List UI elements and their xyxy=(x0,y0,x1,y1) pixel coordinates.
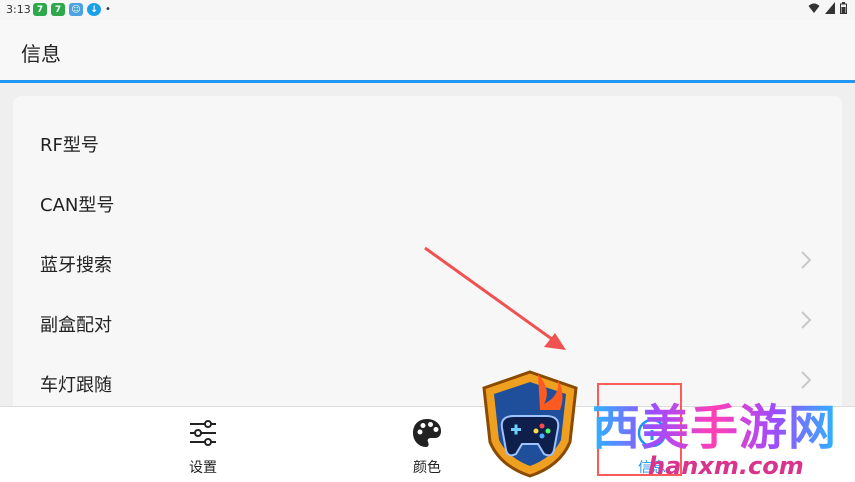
wifi-icon xyxy=(808,3,820,13)
status-bar: 3:13 7 7 ☺ ↓ • xyxy=(0,0,855,20)
page-title: 信息 xyxy=(21,42,61,66)
signal-icon xyxy=(825,2,835,14)
nav-item-settings[interactable]: 设置 xyxy=(133,407,273,482)
status-system-icons xyxy=(808,2,847,14)
palette-icon xyxy=(413,419,441,447)
chevron-right-icon xyxy=(801,251,812,269)
nav-item-color[interactable]: 颜色 xyxy=(357,407,497,482)
app-bar: 信息 xyxy=(0,20,855,80)
battery-icon xyxy=(840,2,847,14)
list-item-label: 车灯跟随 xyxy=(40,375,112,396)
list-item-label: 蓝牙搜索 xyxy=(40,255,112,276)
gamepad-shield-logo xyxy=(482,370,578,478)
list-item-label: 副盒配对 xyxy=(40,315,112,336)
list-item-can-model[interactable]: CAN型号 xyxy=(13,170,842,230)
nav-label: 颜色 xyxy=(413,460,441,476)
status-app-icons: 7 7 ☺ ↓ • xyxy=(33,3,111,16)
watermark-url-text: hanxm.com xyxy=(648,452,804,480)
list-item-label: RF型号 xyxy=(40,135,99,156)
list-item-bluetooth-search[interactable]: 蓝牙搜索 xyxy=(13,230,842,290)
blue-chat-icon: ☺ xyxy=(69,3,83,16)
sliders-icon xyxy=(190,420,216,446)
list-item-rf-model[interactable]: RF型号 xyxy=(13,110,842,170)
watermark-brand-text: 西美手游网 xyxy=(592,388,837,458)
notification-dot: • xyxy=(105,4,111,15)
list-item-label: CAN型号 xyxy=(40,195,115,216)
app-bar-accent-line xyxy=(0,80,855,83)
info-list-card: RF型号 CAN型号 蓝牙搜索 副盒配对 车灯跟随 xyxy=(13,96,842,416)
green-app-icon: 7 xyxy=(33,3,47,16)
green-app-icon: 7 xyxy=(51,3,65,16)
blue-download-icon: ↓ xyxy=(87,3,101,16)
nav-label: 设置 xyxy=(189,460,217,476)
list-item-sub-box-pairing[interactable]: 副盒配对 xyxy=(13,290,842,350)
status-time: 3:13 xyxy=(6,3,31,16)
chevron-right-icon xyxy=(801,311,812,329)
